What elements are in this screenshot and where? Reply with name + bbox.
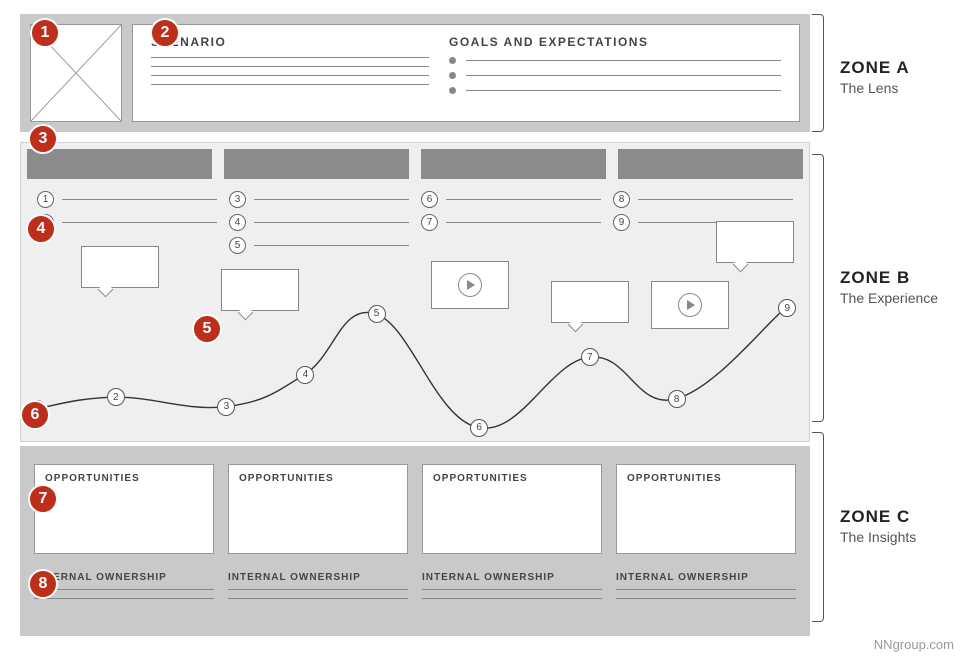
bullet-icon [449, 57, 456, 64]
step-number: 4 [229, 214, 246, 231]
zone-c-column: OPPORTUNITIES INTERNAL OWNERSHIP [228, 464, 408, 626]
curve-node: 2 [107, 388, 125, 406]
scenario-section: SCENARIO [151, 35, 429, 117]
phase-bar [27, 149, 212, 179]
zone-c-title: ZONE C [840, 507, 916, 527]
step-number: 7 [421, 214, 438, 231]
zone-b-subtitle: The Experience [840, 290, 938, 306]
goals-bullets [449, 57, 781, 94]
zone-labels-column: ZONE A The Lens ZONE B The Experience ZO… [812, 14, 967, 636]
curve-node: 4 [296, 366, 314, 384]
zone-c-bracket [812, 432, 824, 622]
ownership-block: INTERNAL OWNERSHIP [34, 572, 214, 607]
ownership-block: INTERNAL OWNERSHIP [616, 572, 796, 607]
curve-node: 5 [368, 305, 386, 323]
step-number: 6 [421, 191, 438, 208]
annotation-badge-7: 7 [28, 484, 58, 514]
annotation-badge-4: 4 [26, 214, 56, 244]
annotation-badge-5: 5 [192, 314, 222, 344]
zone-c-subtitle: The Insights [840, 529, 916, 545]
zone-a-panel: SCENARIO GOALS AND EXPECTATIONS [20, 14, 810, 132]
curve-node: 3 [217, 398, 235, 416]
bullet-icon [449, 72, 456, 79]
zone-b-panel: 1 2 3 4 5 6 7 8 9 12 [20, 142, 810, 442]
annotation-badge-1: 1 [30, 18, 60, 48]
phase-bar [421, 149, 606, 179]
ownership-label: INTERNAL OWNERSHIP [422, 572, 602, 583]
annotation-badge-8: 8 [28, 569, 58, 599]
zone-a-title: ZONE A [840, 58, 910, 78]
ownership-label: INTERNAL OWNERSHIP [228, 572, 408, 583]
ownership-label: INTERNAL OWNERSHIP [34, 572, 214, 583]
opportunities-box: OPPORTUNITIES [228, 464, 408, 554]
opportunities-box: OPPORTUNITIES [422, 464, 602, 554]
step-number: 1 [37, 191, 54, 208]
zone-b-title: ZONE B [840, 268, 938, 288]
step-number: 8 [613, 191, 630, 208]
opportunities-label: OPPORTUNITIES [45, 473, 203, 484]
scenario-title: SCENARIO [151, 35, 429, 49]
zone-c-panel: OPPORTUNITIES INTERNAL OWNERSHIP OPPORTU… [20, 446, 810, 636]
phase-bar [224, 149, 409, 179]
phase-bar [618, 149, 803, 179]
zone-c-column: OPPORTUNITIES INTERNAL OWNERSHIP [616, 464, 796, 626]
opportunities-box: OPPORTUNITIES [34, 464, 214, 554]
opportunities-box: OPPORTUNITIES [616, 464, 796, 554]
annotation-badge-2: 2 [150, 18, 180, 48]
curve-node: 7 [581, 348, 599, 366]
scenario-placeholder-lines [151, 57, 429, 85]
goals-section: GOALS AND EXPECTATIONS [449, 35, 781, 117]
zone-b-bracket [812, 154, 824, 422]
curve-node: 6 [470, 419, 488, 437]
step-number: 3 [229, 191, 246, 208]
opportunities-label: OPPORTUNITIES [433, 473, 591, 484]
zone-a-header-box: SCENARIO GOALS AND EXPECTATIONS [132, 24, 800, 122]
bullet-icon [449, 87, 456, 94]
goals-title: GOALS AND EXPECTATIONS [449, 35, 781, 49]
emotion-curve-area: 123456789 [21, 251, 809, 441]
zone-c-column: OPPORTUNITIES INTERNAL OWNERSHIP [34, 464, 214, 626]
opportunities-label: OPPORTUNITIES [239, 473, 397, 484]
curve-node: 8 [668, 390, 686, 408]
zone-c-column: OPPORTUNITIES INTERNAL OWNERSHIP [422, 464, 602, 626]
ownership-label: INTERNAL OWNERSHIP [616, 572, 796, 583]
curve-node: 9 [778, 299, 796, 317]
ownership-block: INTERNAL OWNERSHIP [228, 572, 408, 607]
credit-text: NNgroup.com [874, 637, 954, 652]
annotation-badge-3: 3 [28, 124, 58, 154]
annotation-badge-6: 6 [20, 400, 50, 430]
opportunities-label: OPPORTUNITIES [627, 473, 785, 484]
journey-map-diagram: SCENARIO GOALS AND EXPECTATIONS [20, 14, 810, 636]
zone-a-subtitle: The Lens [840, 80, 910, 96]
ownership-block: INTERNAL OWNERSHIP [422, 572, 602, 607]
zone-a-bracket [812, 14, 824, 132]
step-number: 9 [613, 214, 630, 231]
phase-bars-row [21, 143, 809, 175]
